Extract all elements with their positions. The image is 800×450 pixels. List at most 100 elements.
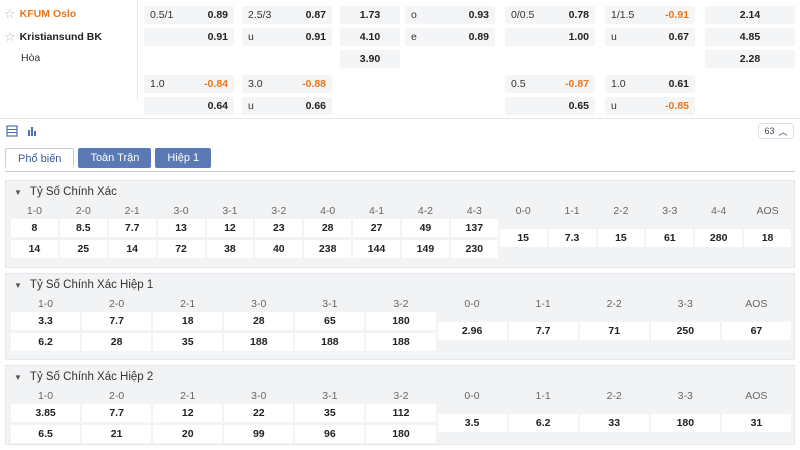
score-odds-cell[interactable]: 7.7 [508, 322, 578, 340]
star-icon[interactable]: ☆ [4, 29, 16, 45]
tab-full-match[interactable]: Toàn Trận [78, 148, 152, 168]
tab-half-1[interactable]: Hiệp 1 [155, 148, 212, 168]
score-odds-cell[interactable]: 144 [353, 240, 400, 258]
score-odds-cell[interactable]: 31 [721, 414, 791, 432]
score-odds-cell[interactable]: 28 [304, 219, 352, 237]
team-home[interactable]: ☆ KFUM Oslo [4, 6, 76, 22]
odds-cell[interactable]: 3.90 [340, 50, 400, 68]
score-odds-cell[interactable]: 230 [450, 240, 498, 258]
star-icon[interactable]: ☆ [4, 6, 16, 22]
odds-cell[interactable]: 0.5 -0.87 [505, 75, 595, 93]
score-odds-cell[interactable]: 15 [499, 229, 547, 247]
odds-cell[interactable]: 2.28 [705, 50, 795, 68]
odds-value: 2.28 [739, 53, 761, 65]
score-odds-cell[interactable]: 38 [206, 240, 254, 258]
score-odds-cell[interactable]: 20 [153, 425, 223, 443]
score-odds-cell[interactable]: 40 [255, 240, 303, 258]
odds-cell[interactable]: 2.14 [705, 6, 795, 24]
odds-cell[interactable]: 1.00 [505, 28, 595, 46]
score-odds-cell[interactable]: 180 [650, 414, 720, 432]
score-odds-cell[interactable]: 188 [295, 333, 365, 351]
tab-popular[interactable]: Phổ biến [5, 148, 75, 168]
score-odds-cell[interactable]: 71 [579, 322, 649, 340]
score-odds-cell[interactable]: 49 [402, 219, 449, 237]
team-away[interactable]: ☆ Kristiansund BK [4, 29, 102, 45]
section-header[interactable]: ▼ Tỷ Số Chính Xác Hiệp 1 [14, 279, 153, 291]
score-odds-cell[interactable]: 3.5 [437, 414, 507, 432]
score-odds-cell[interactable]: 180 [366, 312, 436, 330]
score-odds-cell[interactable]: 25 [59, 240, 107, 258]
score-odds-cell[interactable]: 18 [153, 312, 223, 330]
score-odds-cell[interactable]: 112 [366, 404, 436, 422]
score-odds-cell[interactable]: 6.2 [508, 414, 578, 432]
list-icon[interactable] [6, 125, 18, 137]
score-odds-cell[interactable]: 22 [224, 404, 294, 422]
score-odds-cell[interactable]: 35 [295, 404, 365, 422]
score-odds-cell[interactable]: 28 [82, 333, 152, 351]
score-odds-cell[interactable]: 12 [206, 219, 254, 237]
score-odds-cell[interactable]: 149 [402, 240, 449, 258]
score-odds-cell[interactable]: 6.2 [11, 333, 81, 351]
odds-cell[interactable]: 1.73 [340, 6, 400, 24]
odds-cell[interactable]: 1/1.5 -0.91 [605, 6, 695, 24]
score-odds-cell[interactable]: 3.3 [11, 312, 81, 330]
odds-cell[interactable]: 0.91 [144, 28, 234, 46]
score-odds-cell[interactable]: 2.96 [437, 322, 507, 340]
score-odds-cell[interactable]: 35 [153, 333, 223, 351]
chart-icon[interactable] [26, 125, 38, 137]
score-odds-cell[interactable]: 14 [108, 240, 156, 258]
odds-cell[interactable]: u 0.66 [242, 97, 332, 115]
score-odds-cell[interactable]: 65 [295, 312, 365, 330]
score-odds-cell[interactable]: 67 [721, 322, 791, 340]
odds-cell[interactable]: e 0.89 [405, 28, 495, 46]
score-odds-cell[interactable]: 188 [224, 333, 294, 351]
section-title: Tỷ Số Chính Xác [29, 186, 117, 198]
score-odds-cell[interactable]: 61 [646, 229, 694, 247]
score-odds-cell[interactable]: 18 [744, 229, 791, 247]
market-count-toggle[interactable]: 63 ︿ [758, 123, 794, 139]
score-odds-cell[interactable]: 3.85 [11, 404, 81, 422]
score-odds-cell[interactable]: 6.5 [11, 425, 81, 443]
score-odds-cell[interactable]: 238 [304, 240, 352, 258]
odds-cell[interactable]: 4.85 [705, 28, 795, 46]
section-header[interactable]: ▼ Tỷ Số Chính Xác Hiệp 2 [14, 371, 153, 383]
score-odds-cell[interactable]: 12 [153, 404, 223, 422]
score-odds-cell[interactable]: 23 [255, 219, 303, 237]
odds-cell[interactable]: 0.5/1 0.89 [144, 6, 234, 24]
score-odds-cell[interactable]: 137 [450, 219, 498, 237]
score-odds-cell[interactable]: 33 [579, 414, 649, 432]
score-odds-cell[interactable]: 7.7 [108, 219, 156, 237]
score-odds-cell[interactable]: 280 [695, 229, 743, 247]
odds-cell[interactable]: 0.64 [144, 97, 234, 115]
odds-cell[interactable]: 0.65 [505, 97, 595, 115]
section-header[interactable]: ▼ Tỷ Số Chính Xác [14, 186, 117, 198]
odds-cell[interactable]: o 0.93 [405, 6, 495, 24]
score-odds-cell[interactable]: 7.7 [82, 404, 152, 422]
score-odds-cell[interactable]: 8 [11, 219, 58, 237]
score-odds-cell[interactable]: 14 [11, 240, 58, 258]
score-label: 3-3 [677, 298, 693, 310]
score-odds-cell[interactable]: 7.7 [82, 312, 152, 330]
odds-cell[interactable]: u 0.67 [605, 28, 695, 46]
odds-cell[interactable]: u 0.91 [242, 28, 332, 46]
score-odds-cell[interactable]: 99 [224, 425, 294, 443]
score-odds-cell[interactable]: 27 [353, 219, 400, 237]
odds-cell[interactable]: 1.0 0.61 [605, 75, 695, 93]
score-odds-cell[interactable]: 13 [157, 219, 205, 237]
odds-cell[interactable]: 3.0 -0.88 [242, 75, 332, 93]
score-odds-cell[interactable]: 7.3 [548, 229, 596, 247]
score-odds-cell[interactable]: 8.5 [59, 219, 107, 237]
score-odds-cell[interactable]: 188 [366, 333, 436, 351]
score-odds-cell[interactable]: 180 [366, 425, 436, 443]
odds-cell[interactable]: 2.5/3 0.87 [242, 6, 332, 24]
score-odds-cell[interactable]: 96 [295, 425, 365, 443]
odds-cell[interactable]: 0/0.5 0.78 [505, 6, 595, 24]
score-odds-cell[interactable]: 21 [82, 425, 152, 443]
score-odds-cell[interactable]: 72 [157, 240, 205, 258]
score-odds-cell[interactable]: 15 [597, 229, 645, 247]
odds-cell[interactable]: 1.0 -0.84 [144, 75, 234, 93]
score-odds-cell[interactable]: 250 [650, 322, 720, 340]
odds-cell[interactable]: 4.10 [340, 28, 400, 46]
odds-cell[interactable]: u -0.85 [605, 97, 695, 115]
score-odds-cell[interactable]: 28 [224, 312, 294, 330]
